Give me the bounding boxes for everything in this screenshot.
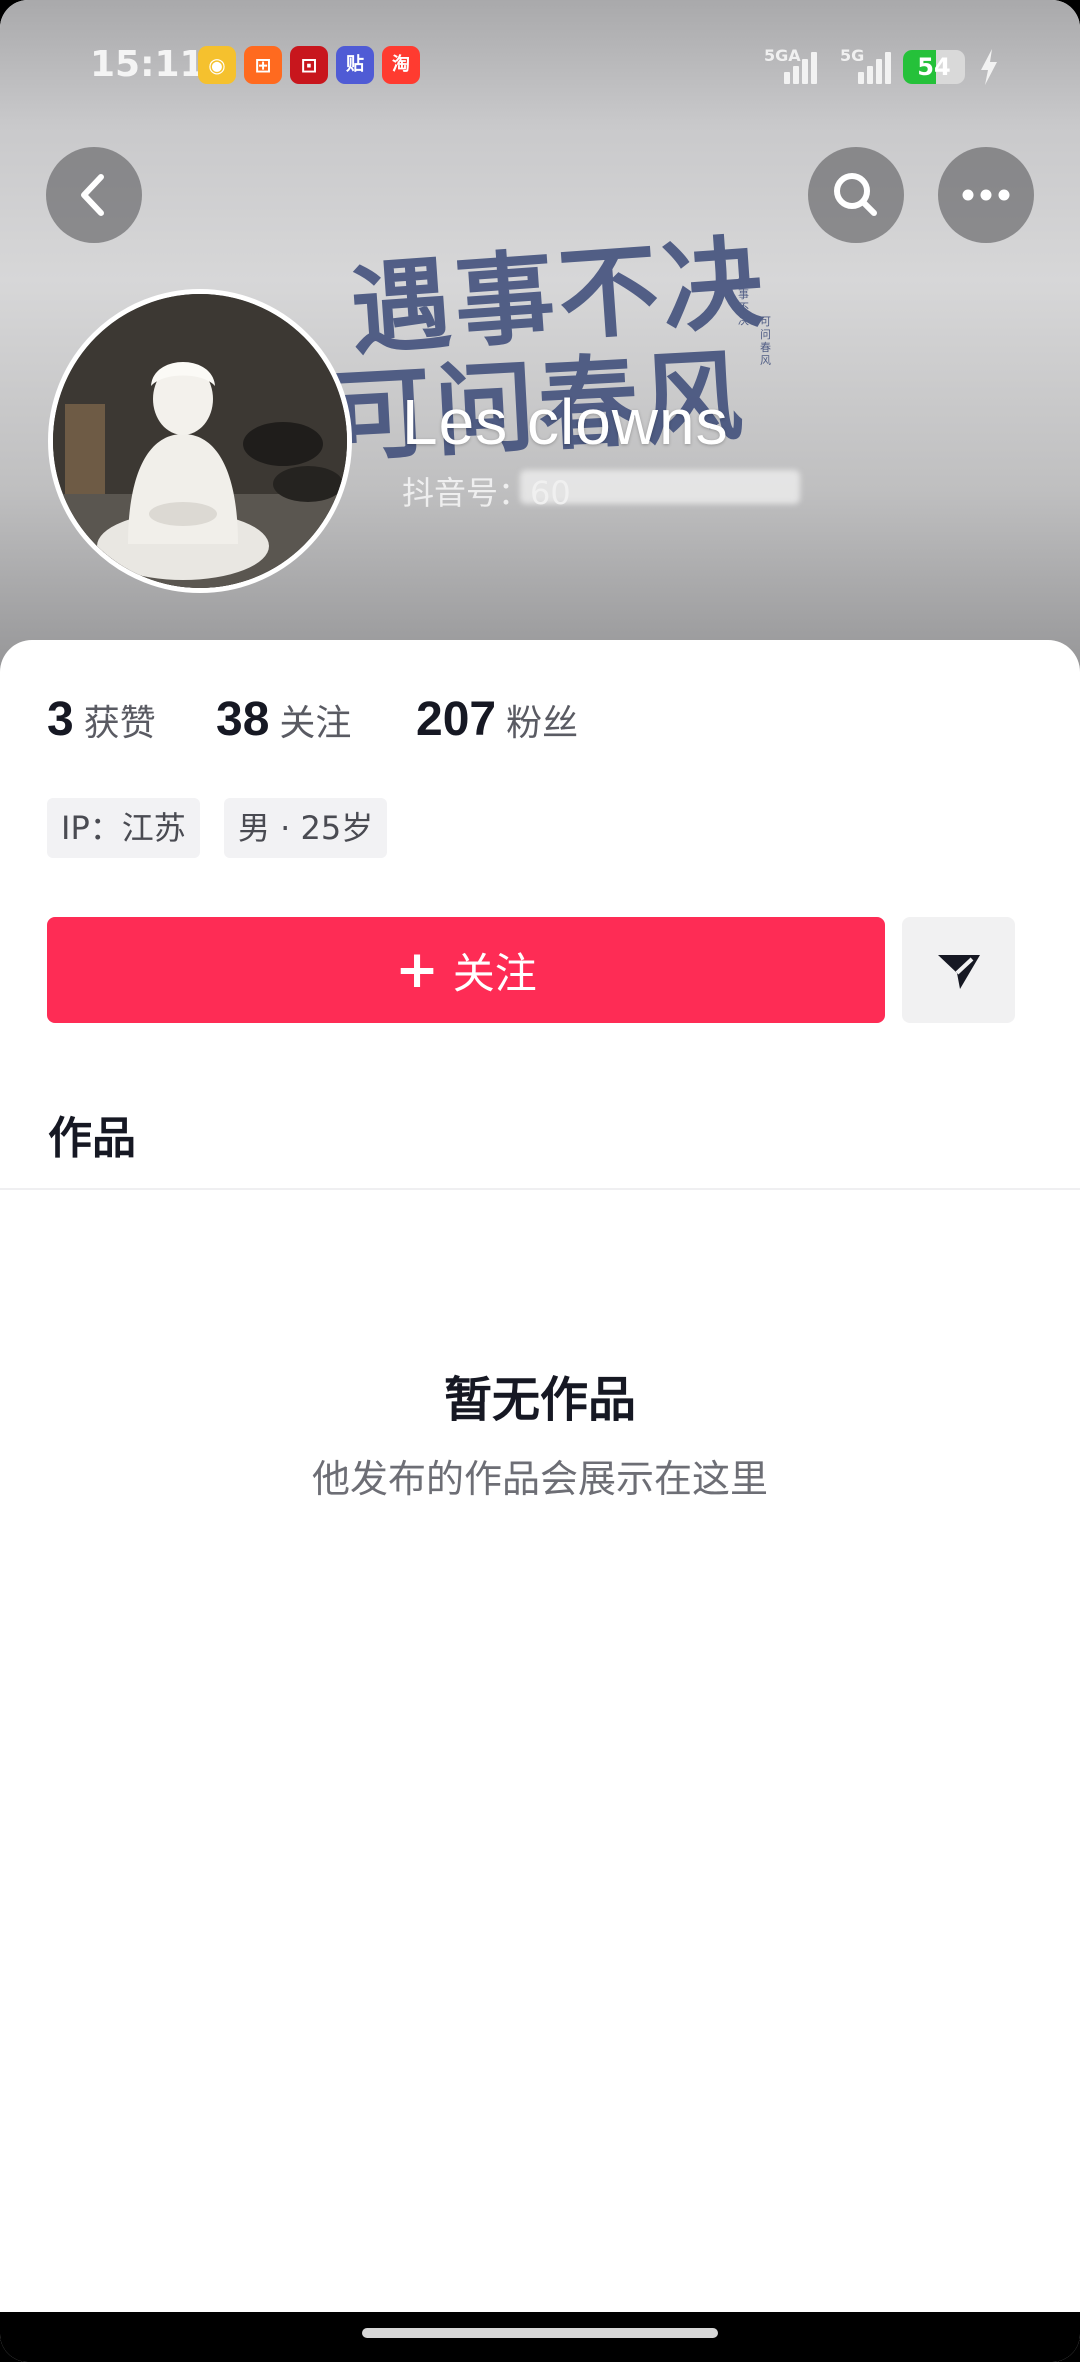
tab-works[interactable]: 作品 xyxy=(48,1102,136,1166)
stat-followers[interactable]: 207 粉丝 xyxy=(416,692,578,752)
stat-likes-label: 获赞 xyxy=(83,703,156,744)
status-time: 15:11 xyxy=(90,44,205,85)
profile-screen: 遇事不决 可问春风 行事不决 可问春风 15:11 ◉ ⊞ ⊡ 贴 淘 5GA xyxy=(0,0,1080,2362)
chevron-left-icon xyxy=(81,174,104,216)
stat-followers-value: 207 xyxy=(416,693,497,746)
stat-following[interactable]: 38 关注 xyxy=(216,692,351,752)
douyin-id-label: 抖音号： xyxy=(402,474,531,512)
profile-banner: 遇事不决 可问春风 行事不决 可问春风 15:11 ◉ ⊞ ⊡ 贴 淘 5GA xyxy=(0,0,1080,700)
battery-icon: 54 xyxy=(903,50,965,84)
taobao-glyph: 淘 xyxy=(392,54,410,75)
send-message-button[interactable] xyxy=(902,917,1015,1023)
stat-following-label: 关注 xyxy=(279,703,352,744)
battery-percent: 54 xyxy=(917,53,951,81)
empty-state-subtitle: 他发布的作品会展示在这里 xyxy=(311,1457,768,1501)
stat-following-value: 38 xyxy=(216,693,270,746)
plus-icon: + xyxy=(395,940,439,1000)
empty-state-title: 暂无作品 xyxy=(443,1372,636,1428)
douyin-id-redaction xyxy=(520,470,800,504)
banner-side-text-left: 行事不决 xyxy=(738,275,749,327)
profile-nickname: Les clowns xyxy=(402,386,729,458)
kuaishou-icon: ⊞ xyxy=(244,46,282,84)
kuaishou-glyph: ⊞ xyxy=(254,53,272,77)
back-button[interactable] xyxy=(46,147,142,243)
tieba-glyph: 贴 xyxy=(346,54,364,75)
banner-side-text-right: 可问春风 xyxy=(760,315,771,367)
signal-strength-icon-2 xyxy=(858,50,900,84)
stat-likes-value: 3 xyxy=(47,693,74,746)
charging-bolt-icon xyxy=(981,49,997,85)
home-indicator[interactable] xyxy=(362,2328,718,2338)
more-icon xyxy=(962,189,1010,201)
weibo-glyph: ◉ xyxy=(208,53,226,77)
avatar-image xyxy=(53,294,347,588)
avatar[interactable] xyxy=(48,289,352,593)
ip-location-tag: IP：江苏 xyxy=(47,798,200,858)
gender-age-tag: 男 · 25岁 xyxy=(224,798,388,858)
profile-card: 3 获赞 38 关注 207 粉丝 IP：江苏 男 · 25岁 + 关注 作品 暂无作… xyxy=(0,640,1080,2330)
tieba-icon: 贴 xyxy=(336,46,374,84)
stat-likes[interactable]: 3 获赞 xyxy=(47,692,156,752)
tab-divider xyxy=(0,1188,1080,1190)
send-icon xyxy=(938,955,980,989)
stat-followers-label: 粉丝 xyxy=(506,703,579,744)
status-bar: 15:11 ◉ ⊞ ⊡ 贴 淘 5GA 5G 54 xyxy=(0,0,1080,135)
taobao-icon: 淘 xyxy=(382,46,420,84)
more-button[interactable] xyxy=(938,147,1034,243)
search-icon xyxy=(834,173,877,216)
bank-glyph: ⊡ xyxy=(300,53,318,77)
follow-button-label: 关注 xyxy=(452,948,537,998)
follow-button[interactable]: + 关注 xyxy=(47,917,885,1023)
search-button[interactable] xyxy=(808,147,904,243)
bank-icon: ⊡ xyxy=(290,46,328,84)
signal-strength-icon xyxy=(784,50,826,84)
weibo-icon: ◉ xyxy=(198,46,236,84)
